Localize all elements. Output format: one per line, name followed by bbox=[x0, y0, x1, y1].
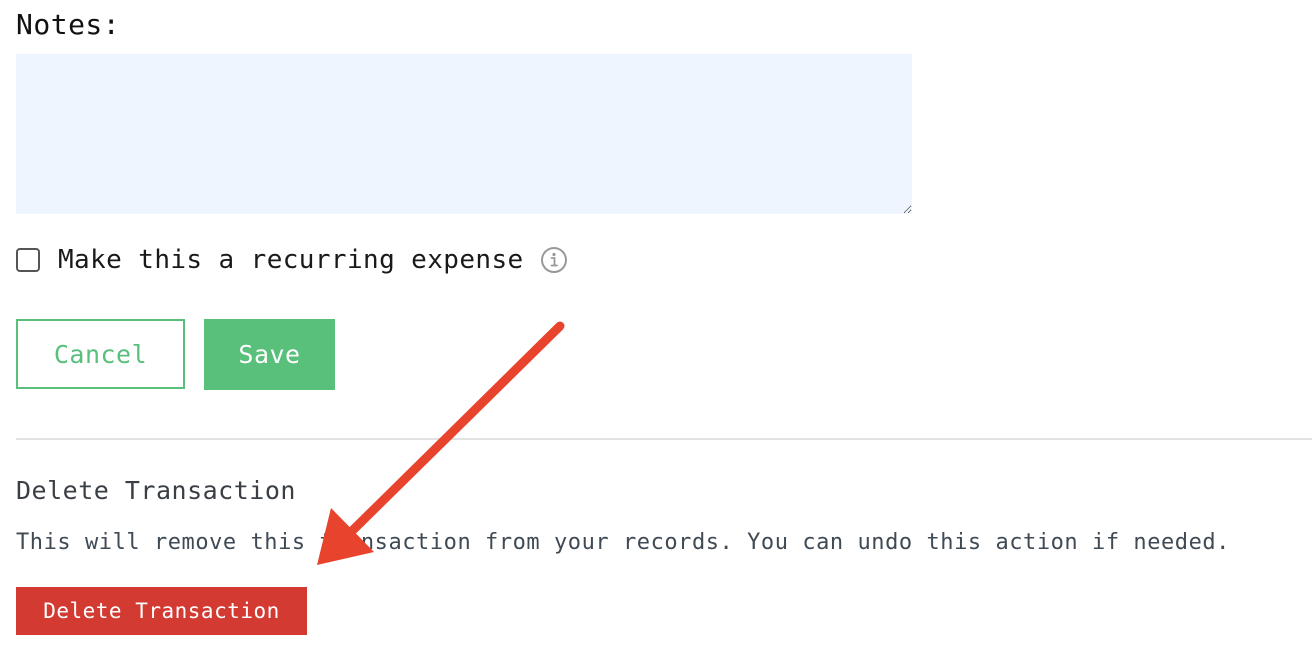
delete-section-description: This will remove this transaction from y… bbox=[16, 530, 1230, 555]
recurring-expense-checkbox[interactable] bbox=[16, 248, 40, 272]
info-icon-glyph bbox=[540, 247, 567, 273]
save-button[interactable]: Save bbox=[204, 319, 335, 390]
recurring-expense-row: Make this a recurring expense bbox=[16, 243, 568, 277]
section-divider bbox=[16, 438, 1312, 440]
delete-section-heading: Delete Transaction bbox=[16, 476, 296, 505]
notes-textarea[interactable] bbox=[16, 54, 912, 214]
annotation-arrow-shaft bbox=[347, 321, 565, 536]
info-icon[interactable] bbox=[540, 246, 568, 274]
delete-transaction-button[interactable]: Delete Transaction bbox=[16, 587, 307, 635]
cancel-button[interactable]: Cancel bbox=[16, 319, 185, 389]
notes-label: Notes: bbox=[16, 8, 121, 41]
recurring-expense-label[interactable]: Make this a recurring expense bbox=[58, 245, 524, 275]
